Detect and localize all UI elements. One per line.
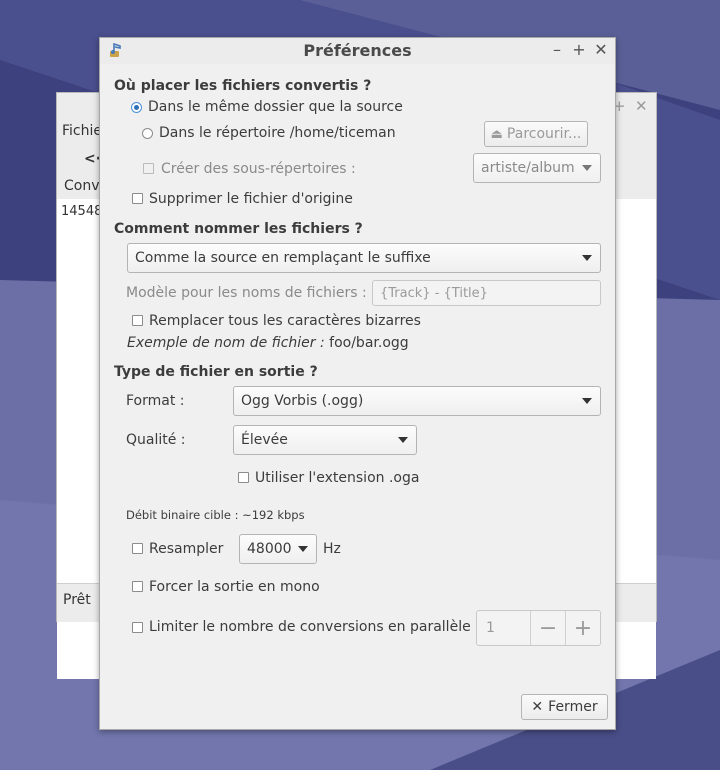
example-label: Exemple de nom de fichier : (127, 335, 325, 351)
maximize-icon[interactable]: + (570, 40, 588, 59)
naming-combo-value: Comme la source en remplaçant le suffixe (135, 250, 431, 266)
format-combo[interactable]: Ogg Vorbis (.ogg) (233, 386, 601, 416)
subdirs-combo[interactable]: artiste/album (473, 153, 601, 183)
oga-extension-label[interactable]: Utiliser l'extension .oga (255, 470, 419, 486)
replace-weird-checkbox[interactable] (132, 315, 143, 326)
section-location-heading: Où placer les fichiers convertis ? (114, 78, 372, 94)
limit-conversions-checkbox[interactable] (132, 622, 143, 633)
force-mono-label[interactable]: Forcer la sortie en mono (149, 579, 320, 595)
decrement-button[interactable]: − (531, 611, 565, 645)
increment-button[interactable]: + (565, 611, 600, 645)
radio-directory[interactable] (142, 128, 153, 139)
replace-weird-label[interactable]: Remplacer tous les caractères bizarres (149, 313, 421, 329)
pattern-input[interactable]: {Track} - {Title} (372, 280, 601, 306)
section-type-heading: Type de fichier en sortie ? (114, 364, 318, 380)
example-value: foo/bar.ogg (329, 335, 409, 351)
dialog-titlebar[interactable]: Préférences – + ✕ (100, 38, 615, 64)
filename-example: Exemple de nom de fichier : foo/bar.ogg (127, 335, 409, 351)
background-menu-file[interactable]: Fichie (62, 123, 102, 139)
resample-label[interactable]: Resampler (149, 541, 223, 557)
oga-extension-checkbox[interactable] (238, 472, 249, 483)
background-column-header: Conv (64, 178, 100, 194)
limit-conversions-spinner[interactable]: 1 − + (476, 610, 601, 646)
hz-label: Hz (323, 541, 341, 557)
delete-original-checkbox[interactable] (132, 193, 143, 204)
resample-combo[interactable]: 48000 (239, 534, 317, 564)
chevron-down-icon (298, 546, 308, 552)
resample-checkbox[interactable] (132, 543, 143, 554)
browse-button-label: Parcourir... (506, 126, 582, 142)
quality-label: Qualité : (126, 432, 186, 448)
limit-conversions-label[interactable]: Limiter le nombre de conversions en para… (149, 619, 471, 635)
bitrate-text: Débit binaire cible : ~192 kbps (126, 508, 305, 522)
chevron-down-icon (398, 437, 408, 443)
background-file-row: 14548 (61, 204, 103, 219)
browse-button[interactable]: ⏏ Parcourir... (484, 121, 588, 147)
format-label: Format : (126, 393, 185, 409)
subdirs-checkbox[interactable] (143, 163, 154, 174)
folder-icon: ⏏ (490, 126, 503, 142)
format-combo-value: Ogg Vorbis (.ogg) (241, 393, 364, 409)
limit-value[interactable]: 1 (477, 611, 532, 645)
pattern-label: Modèle pour les noms de fichiers : - (126, 285, 377, 301)
close-icon: ✕ (531, 699, 544, 715)
subdirs-label: Créer des sous-répertoires : (161, 161, 356, 177)
pattern-input-value: {Track} - {Title} (380, 285, 488, 301)
subdirs-combo-value: artiste/album (481, 160, 575, 176)
background-close-icon: ✕ (635, 97, 648, 115)
resample-combo-value: 48000 (247, 541, 292, 557)
radio-same-folder-label[interactable]: Dans le même dossier que la source (148, 99, 403, 115)
section-naming-heading: Comment nommer les fichiers ? (114, 221, 363, 237)
radio-same-folder[interactable] (131, 102, 142, 113)
chevron-down-icon (582, 255, 592, 261)
background-status-text: Prêt (63, 592, 91, 608)
close-button[interactable]: ✕ Fermer (521, 694, 608, 720)
quality-combo[interactable]: Élevée (233, 425, 417, 455)
chevron-down-icon (582, 165, 592, 171)
quality-combo-value: Élevée (241, 432, 288, 448)
delete-original-label[interactable]: Supprimer le fichier d'origine (149, 191, 353, 207)
force-mono-checkbox[interactable] (132, 581, 143, 592)
radio-directory-label[interactable]: Dans le répertoire /home/ticeman (159, 125, 396, 141)
close-button-label: Fermer (548, 699, 598, 715)
preferences-dialog: Préférences – + ✕ Où placer les fichiers… (99, 37, 616, 730)
close-window-icon[interactable]: ✕ (592, 40, 610, 59)
minimize-icon[interactable]: – (548, 40, 566, 59)
dialog-title: Préférences (303, 41, 412, 60)
chevron-down-icon (582, 398, 592, 404)
naming-combo[interactable]: Comme la source en remplaçant le suffixe (127, 243, 601, 273)
